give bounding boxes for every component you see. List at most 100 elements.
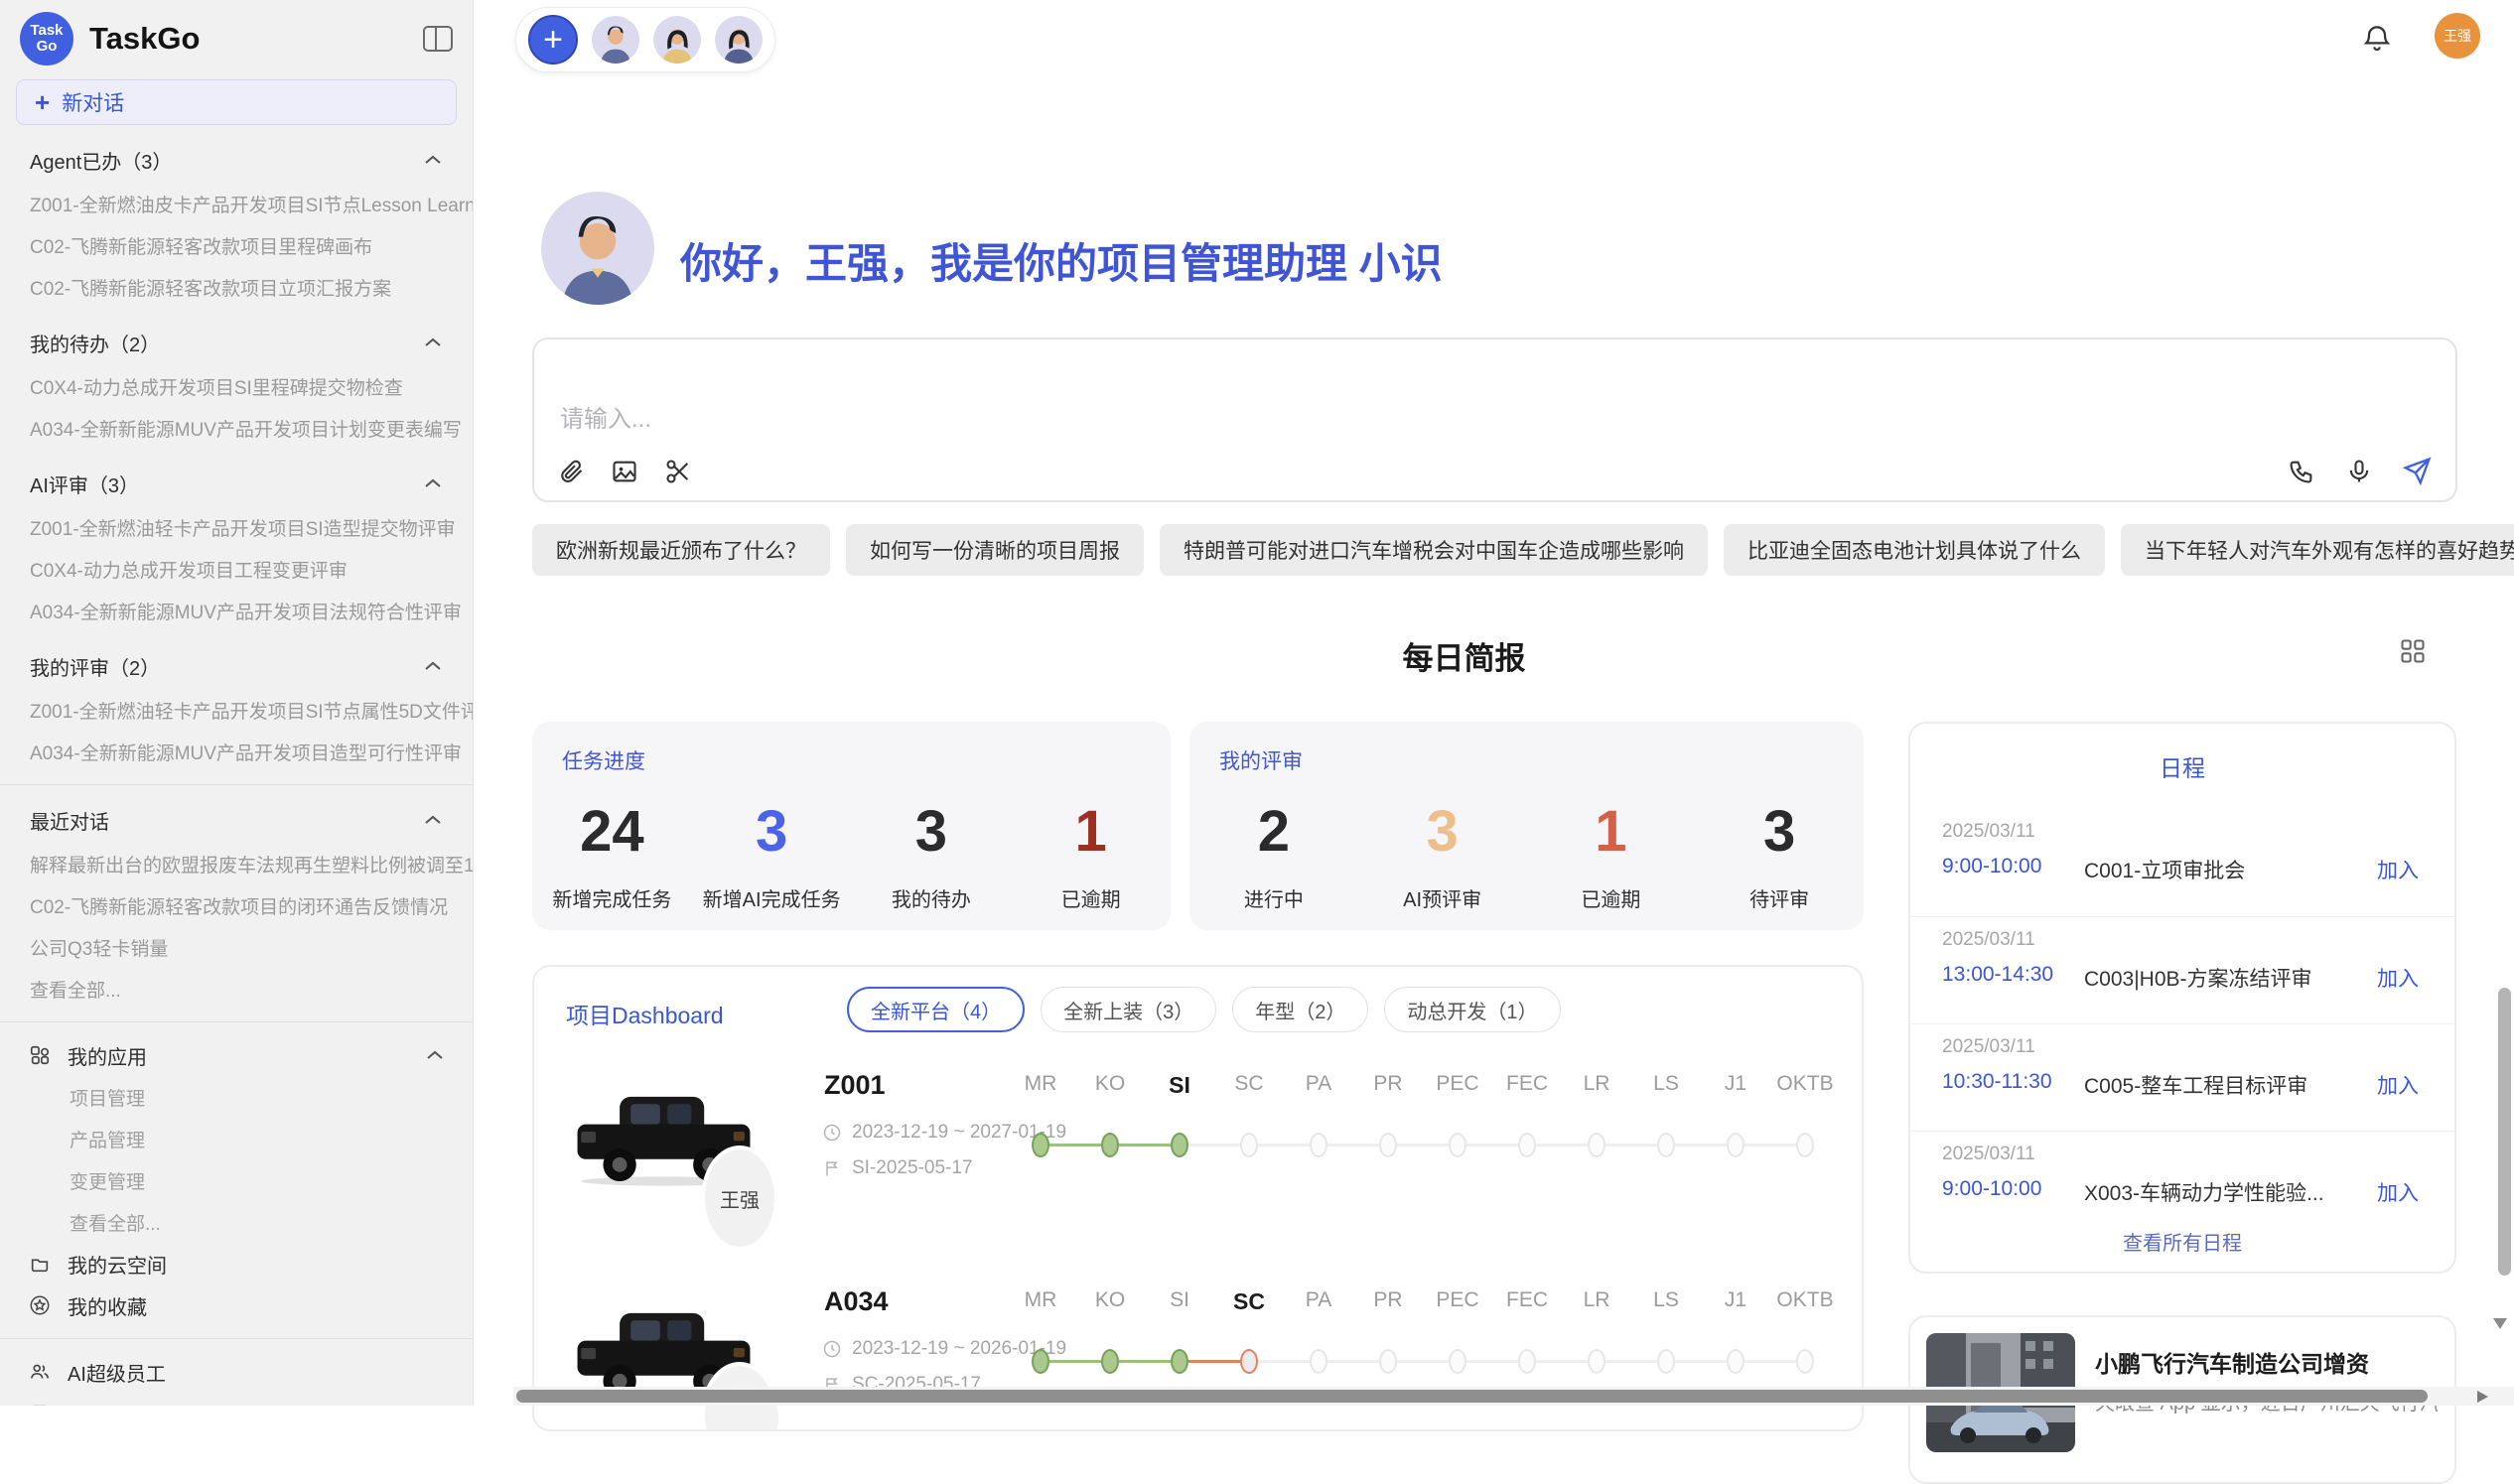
milestone-dot[interactable]: [1310, 1133, 1327, 1157]
sidebar-collapse-icon[interactable]: [423, 26, 453, 52]
dashboard-tab[interactable]: 动总开发（1）: [1384, 987, 1560, 1032]
milestone: PA: [1284, 1072, 1353, 1201]
milestone-dot[interactable]: [1101, 1133, 1119, 1157]
agent-avatar[interactable]: [715, 16, 763, 64]
stat-label: AI预评审: [1403, 883, 1481, 912]
milestone-dot[interactable]: [1657, 1133, 1675, 1157]
sidebar-item[interactable]: Z001-全新燃油轻卡产品开发项目SI节点属性5D文件评审: [0, 689, 473, 731]
milestone-dot[interactable]: [1171, 1133, 1188, 1157]
sidebar-item[interactable]: C0X4-动力总成开发项目工程变更评审: [0, 548, 473, 590]
sidebar-section-header[interactable]: Agent已办（3）: [0, 137, 473, 183]
sidebar-item[interactable]: A034-全新新能源MUV产品开发项目计划变更表编写: [0, 407, 473, 449]
layout-grid-icon[interactable]: [2399, 637, 2427, 670]
sidebar-item[interactable]: C02-飞腾新能源轻客改款项目里程碑画布: [0, 224, 473, 266]
sidebar-item[interactable]: A034-全新新能源MUV产品开发项目法规符合性评审: [0, 590, 473, 631]
milestone: OKTB: [1770, 1072, 1840, 1201]
join-button[interactable]: 加入: [2377, 963, 2419, 993]
sidebar-item-star[interactable]: 我的收藏: [0, 1284, 473, 1326]
chevron-up-icon[interactable]: [423, 336, 443, 349]
send-icon[interactable]: [2402, 457, 2432, 486]
sidebar-item[interactable]: Z001-全新燃油轻卡产品开发项目SI造型提交物评审: [0, 506, 473, 548]
vertical-scrollbar-thumb[interactable]: [2498, 988, 2511, 1276]
milestone-dot[interactable]: [1032, 1349, 1049, 1374]
milestone-dot[interactable]: [1032, 1133, 1049, 1157]
sidebar-header: Task Go TaskGo: [0, 0, 473, 73]
sidebar-item[interactable]: Z001-全新燃油皮卡产品开发项目SI节点Lesson Learn报告: [0, 183, 473, 224]
app-item[interactable]: 产品管理: [0, 1118, 473, 1159]
horizontal-scrollbar-thumb[interactable]: [516, 1390, 2428, 1403]
sidebar-item-my-apps[interactable]: 我的应用: [0, 1034, 473, 1076]
milestone-dot[interactable]: [1588, 1133, 1606, 1157]
milestone-dot[interactable]: [1518, 1349, 1536, 1374]
new-chat-button[interactable]: + 新对话: [16, 79, 457, 125]
notification-bell-icon[interactable]: [2361, 22, 2393, 59]
sidebar-section-header[interactable]: AI评审（3）: [0, 461, 473, 506]
suggestion-chip[interactable]: 比亚迪全固态电池计划具体说了什么: [1724, 524, 2105, 576]
scroll-down-arrow-icon[interactable]: [2493, 1318, 2507, 1329]
join-button[interactable]: 加入: [2377, 1070, 2419, 1100]
milestone-dot[interactable]: [1588, 1349, 1606, 1374]
app-item[interactable]: 变更管理: [0, 1159, 473, 1201]
sidebar-section-header[interactable]: 最近对话: [0, 797, 473, 843]
recent-chat-item[interactable]: 解释最新出台的欧盟报废车法规再生塑料比例被调至15%...: [0, 843, 473, 884]
chevron-up-icon[interactable]: [423, 813, 443, 827]
sidebar-section-header[interactable]: 我的待办（2）: [0, 320, 473, 365]
app-item[interactable]: 项目管理: [0, 1076, 473, 1118]
view-all-apps-link[interactable]: 查看全部...: [0, 1201, 473, 1243]
join-button[interactable]: 加入: [2377, 1177, 2419, 1207]
project-code[interactable]: A034: [824, 1286, 889, 1317]
chevron-up-icon[interactable]: [423, 153, 443, 167]
sidebar-item-cloud[interactable]: 我的云空间: [0, 1243, 473, 1284]
view-all-chats-link[interactable]: 查看全部...: [0, 968, 473, 1010]
milestone-dot[interactable]: [1310, 1349, 1327, 1374]
dashboard-tab[interactable]: 全新平台（4）: [847, 987, 1025, 1032]
recent-chat-item[interactable]: C02-飞腾新能源轻客改款项目的闭环通告反馈情况: [0, 884, 473, 926]
suggestion-chip[interactable]: 欧洲新规最近颁布了什么？: [532, 524, 830, 576]
suggestion-chip[interactable]: 如何写一份清晰的项目周报: [846, 524, 1144, 576]
scroll-right-arrow-icon[interactable]: [2477, 1391, 2488, 1403]
attachment-icon[interactable]: [556, 457, 586, 486]
image-icon[interactable]: [610, 457, 639, 486]
milestone-dot[interactable]: [1240, 1349, 1258, 1374]
chevron-up-icon[interactable]: [423, 476, 443, 490]
milestone-dot[interactable]: [1101, 1349, 1119, 1374]
milestone-dot[interactable]: [1449, 1133, 1466, 1157]
agent-avatar[interactable]: [653, 16, 701, 64]
dashboard-tab[interactable]: 年型（2）: [1232, 987, 1368, 1032]
sidebar-section-header[interactable]: 我的评审（2）: [0, 643, 473, 689]
milestone-dot[interactable]: [1379, 1133, 1397, 1157]
chevron-up-icon[interactable]: [425, 1048, 445, 1062]
project-code[interactable]: Z001: [824, 1070, 886, 1101]
sidebar-item[interactable]: C02-飞腾新能源轻客改款项目立项汇报方案: [0, 266, 473, 308]
milestone-dot[interactable]: [1796, 1349, 1814, 1374]
suggestion-chip[interactable]: 当下年轻人对汽车外观有怎样的喜好趋势: [2121, 524, 2514, 576]
user-avatar[interactable]: 王强: [2435, 13, 2480, 59]
milestone-dot[interactable]: [1240, 1133, 1258, 1157]
milestone-dot[interactable]: [1518, 1133, 1536, 1157]
sidebar-item[interactable]: C0X4-动力总成开发项目SI里程碑提交物检查: [0, 365, 473, 407]
join-button[interactable]: 加入: [2377, 855, 2419, 884]
agent-avatar[interactable]: [592, 16, 639, 64]
milestone-dot[interactable]: [1379, 1349, 1397, 1374]
sidebar-item-write[interactable]: 帮我写作: [0, 1393, 473, 1406]
milestone-dot[interactable]: [1171, 1349, 1188, 1374]
chevron-up-icon[interactable]: [423, 659, 443, 673]
milestone-dot[interactable]: [1796, 1133, 1814, 1157]
milestone: PEC: [1423, 1072, 1492, 1201]
milestone-dot[interactable]: [1727, 1133, 1745, 1157]
dashboard-tab[interactable]: 全新上装（3）: [1041, 987, 1216, 1032]
suggestion-chip[interactable]: 特朗普可能对进口汽车增税会对中国车企造成哪些影响: [1160, 524, 1708, 576]
mic-icon[interactable]: [2344, 457, 2374, 486]
add-agent-button[interactable]: +: [528, 15, 578, 65]
milestone-dot[interactable]: [1727, 1349, 1745, 1374]
chat-input-card[interactable]: 请输入...: [532, 337, 2457, 502]
view-all-schedule-link[interactable]: 查看所有日程: [1910, 1227, 2454, 1256]
phone-icon[interactable]: [2287, 457, 2316, 486]
sidebar-item-people[interactable]: AI超级员工: [0, 1351, 473, 1393]
horizontal-scrollbar[interactable]: [513, 1387, 2514, 1406]
scissors-icon[interactable]: [663, 457, 693, 486]
recent-chat-item[interactable]: 公司Q3轻卡销量: [0, 926, 473, 968]
sidebar-item[interactable]: A034-全新新能源MUV产品开发项目造型可行性评审: [0, 731, 473, 772]
milestone-dot[interactable]: [1449, 1349, 1466, 1374]
milestone-dot[interactable]: [1657, 1349, 1675, 1374]
